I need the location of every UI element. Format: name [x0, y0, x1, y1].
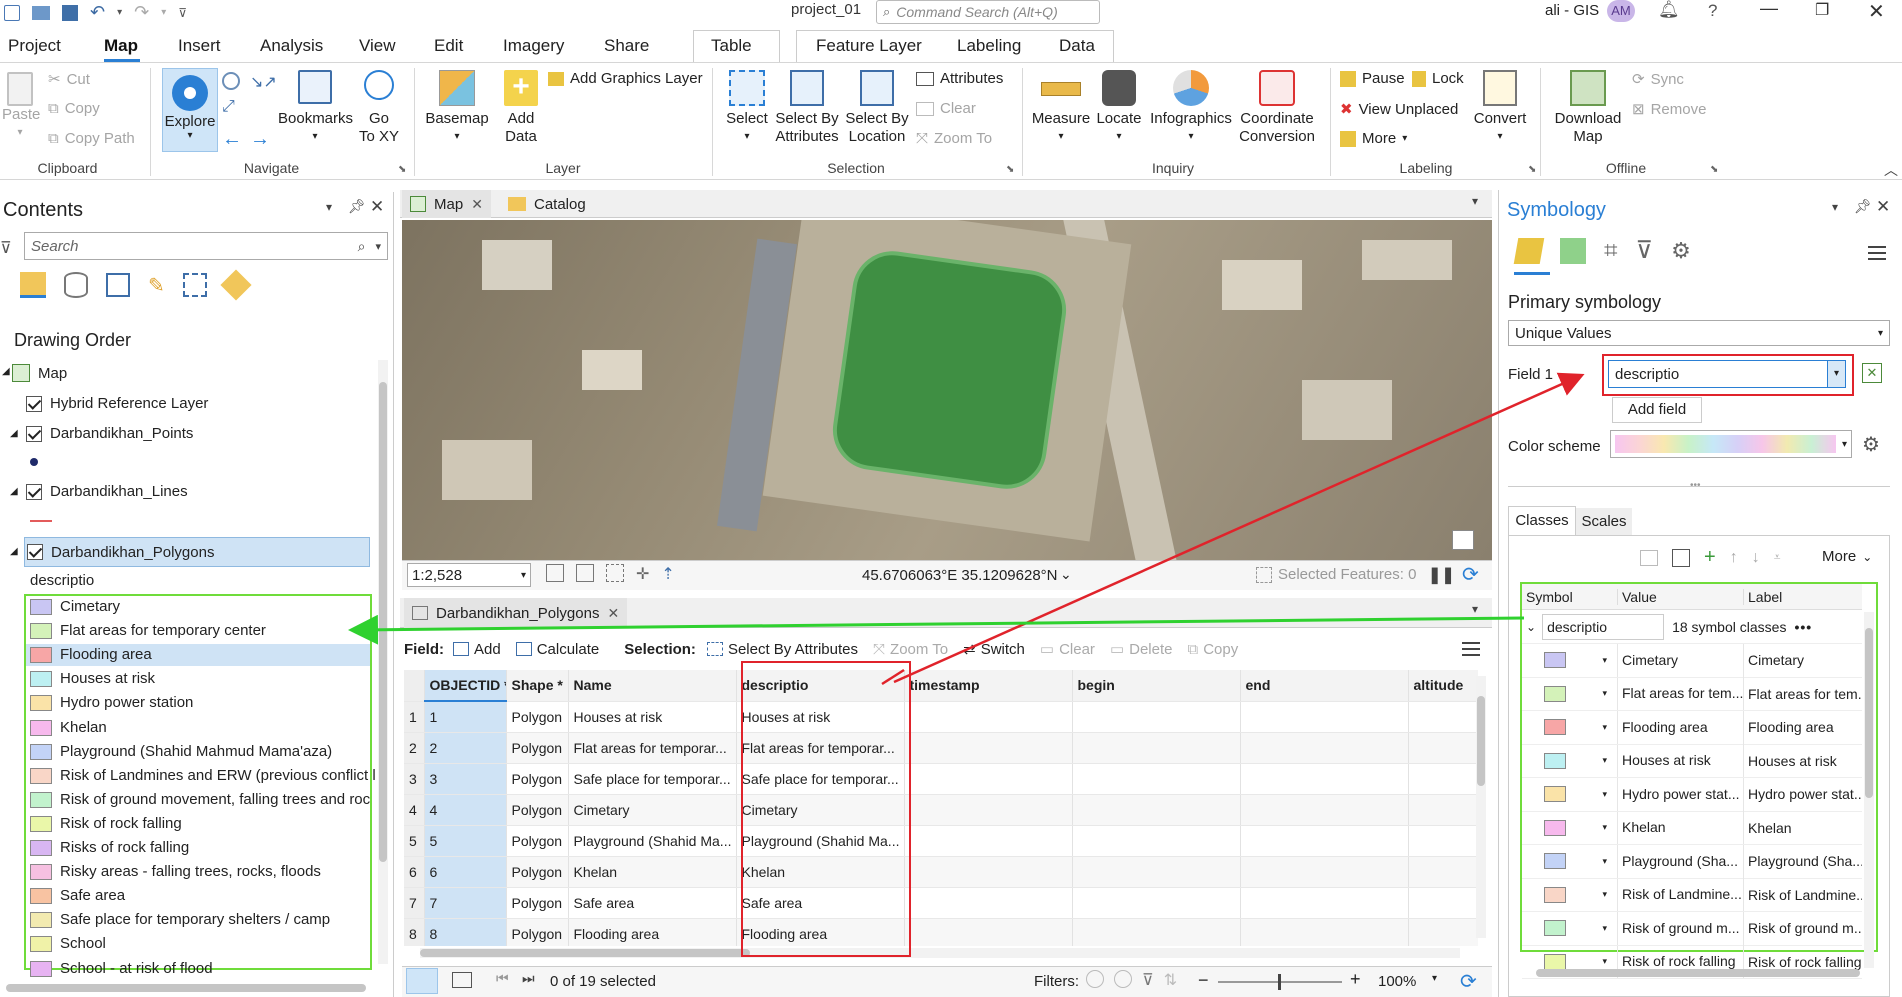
- descriptio-column-highlight: [741, 661, 911, 957]
- annotation-overlay: [348, 372, 1585, 957]
- arrow-to-legend: [348, 614, 1525, 645]
- arrow-to-field1-tail: [881, 668, 905, 686]
- arrow-to-field1: [893, 372, 1585, 684]
